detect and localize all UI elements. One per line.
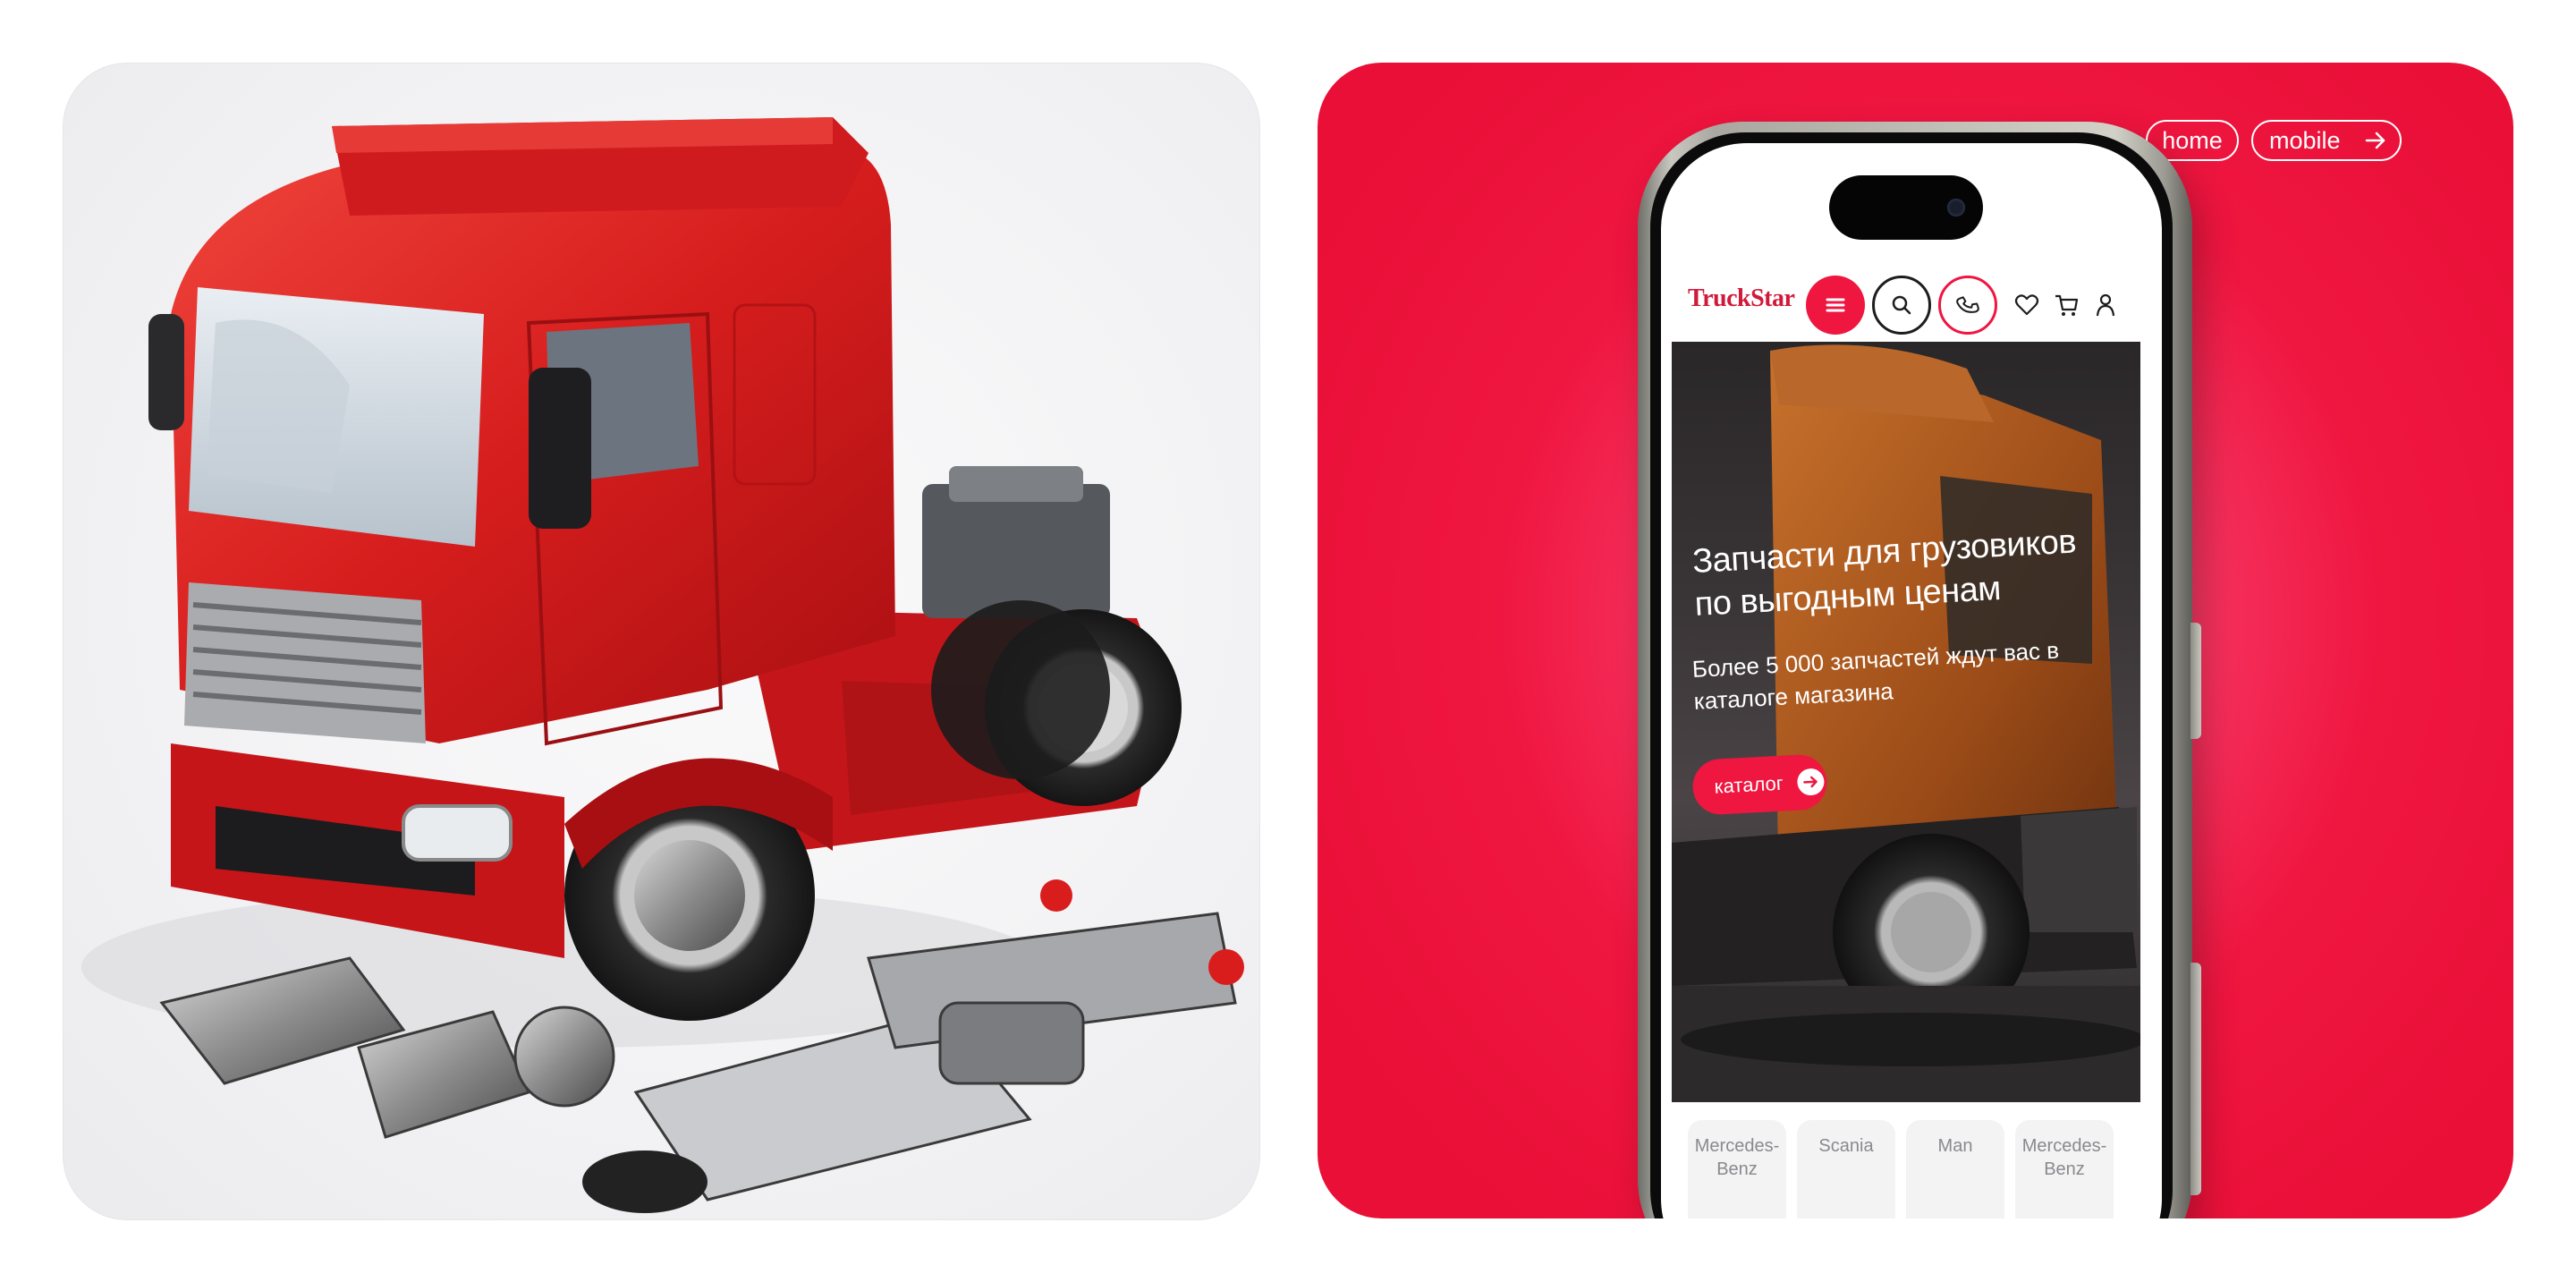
brand-tile[interactable]: Man [1906,1120,2004,1218]
menu-icon [1826,298,1845,312]
mobile-label: mobile [2269,126,2341,154]
menu-button[interactable] [1806,276,1865,335]
cart-icon[interactable] [2053,292,2080,318]
truck-parts-card [63,63,1260,1220]
dynamic-island [1829,175,1983,240]
catalog-label: каталог [1713,771,1784,798]
hero-banner: Запчасти для грузовиков по выгодным цена… [1672,342,2140,1102]
brand-tile[interactable]: Mercedes-Benz [1688,1120,1786,1218]
brand-label: Scania [1818,1136,1874,1156]
call-button[interactable] [1938,276,1997,335]
brand-tile[interactable]: Mercedes-Benz [2015,1120,2114,1218]
arrow-right-icon [2365,132,2385,149]
arrow-right-icon [1796,768,1826,796]
truckstar-logo[interactable]: TruckStar [1688,284,1795,313]
search-button[interactable] [1872,276,1931,335]
brand-label: Man [1937,1136,1973,1156]
heart-icon[interactable] [2013,292,2040,318]
mobile-pill-button[interactable]: mobile [2251,120,2402,161]
site-header: TruckStar [1672,256,2140,342]
red-truck-illustration [81,117,1244,1213]
search-icon [1892,295,1911,315]
orange-truck-photo [1672,344,2140,1102]
user-icon[interactable] [2092,292,2119,318]
brand-label: Mercedes-Benz [1694,1136,1780,1179]
brand-tile[interactable]: Scania [1797,1120,1895,1218]
home-label: home [2162,126,2223,154]
phone-mockup: TruckStar Запчасти для грузовиков по выг… [1638,122,2201,1218]
brand-label: Mercedes-Benz [2021,1136,2107,1179]
phone-bezel: TruckStar Запчасти для грузовиков по выг… [1650,132,2173,1218]
brand-list: Mercedes-Benz Scania Man Mercedes-Benz [1672,1102,2140,1218]
catalog-button[interactable]: каталог [1691,753,1829,816]
phone-icon [1956,296,1979,313]
mobile-showcase-card: home mobile TruckStar Запчасти для грузо… [1318,63,2513,1218]
phone-screen: TruckStar Запчасти для грузовиков по выг… [1661,143,2162,1218]
